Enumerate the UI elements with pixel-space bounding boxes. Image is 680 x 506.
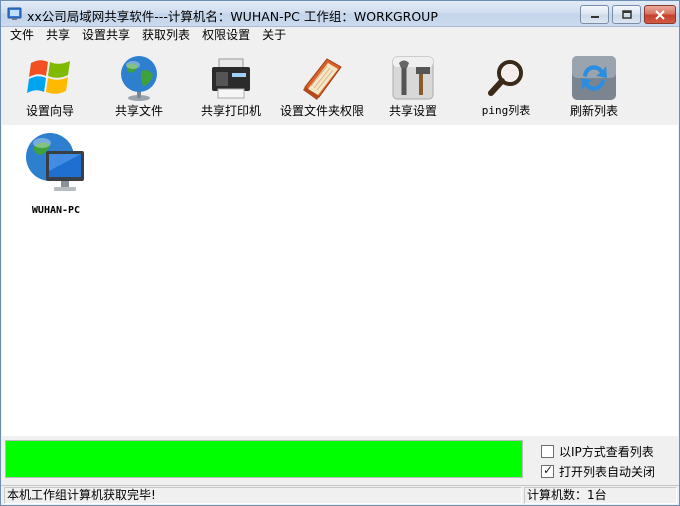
magnifier-icon <box>488 60 523 96</box>
menu-permission[interactable]: 权限设置 <box>196 27 256 45</box>
refresh-list-button[interactable]: 刷新列表 <box>561 49 627 121</box>
computer-list[interactable]: WUHAN-PC <box>2 125 678 436</box>
ping-list-label: ping列表 <box>481 104 531 117</box>
menu-about[interactable]: 关于 <box>256 27 292 45</box>
window-title: xx公司局域网共享软件---计算机名：WUHAN-PC 工作组：WORKGROU… <box>27 9 438 24</box>
close-button[interactable] <box>644 5 676 24</box>
menu-set-share[interactable]: 设置共享 <box>76 27 136 45</box>
computer-count: 计算机数：1台 <box>524 487 677 504</box>
share-settings-label: 共享设置 <box>388 104 437 118</box>
minimize-button[interactable] <box>580 5 609 24</box>
view-by-ip-option[interactable]: 以IP方式查看列表 <box>541 443 654 459</box>
maximize-icon <box>621 10 632 19</box>
check-icon: ✓ <box>543 462 554 477</box>
folder-permission-label: 设置文件夹权限 <box>279 104 364 118</box>
share-settings-button[interactable]: 共享设置 <box>381 49 445 121</box>
menu-get-list[interactable]: 获取列表 <box>136 27 196 45</box>
progress-fill <box>6 441 522 477</box>
view-by-ip-checkbox[interactable] <box>541 444 554 458</box>
refresh-icon <box>572 56 616 100</box>
windows-logo-icon <box>27 60 70 94</box>
status-message: 本机工作组计算机获取完毕! <box>4 487 522 504</box>
auto-close-label: 打开列表自动关闭 <box>559 464 656 479</box>
progress-bar <box>5 440 523 478</box>
view-by-ip-label: 以IP方式查看列表 <box>559 444 654 459</box>
share-file-label: 共享文件 <box>114 104 163 118</box>
share-file-button[interactable]: 共享文件 <box>105 49 173 121</box>
maximize-button[interactable] <box>612 5 641 24</box>
network-computer-icon <box>26 133 84 191</box>
main-window: xx公司局域网共享软件---计算机名：WUHAN-PC 工作组：WORKGROU… <box>0 0 680 506</box>
computer-name: WUHAN-PC <box>31 205 81 216</box>
app-icon <box>7 7 22 20</box>
folder-permission-button[interactable]: 设置文件夹权限 <box>277 49 367 121</box>
setup-wizard-button[interactable]: 设置向导 <box>15 49 85 121</box>
bottom-panel: 以IP方式查看列表 ✓ 打开列表自动关闭 <box>1 436 679 485</box>
share-printer-button[interactable]: 共享打印机 <box>195 49 267 121</box>
close-icon <box>655 9 665 20</box>
setup-wizard-label: 设置向导 <box>25 104 74 118</box>
toolbar: 设置向导 共享文件 共享打印机 设置文件夹权限 共享设置 ping列表 刷新列表 <box>1 45 679 125</box>
folder-book-icon <box>303 58 342 100</box>
menu-share[interactable]: 共享 <box>40 27 76 45</box>
share-printer-label: 共享打印机 <box>200 104 261 118</box>
list-item-computer[interactable]: WUHAN-PC <box>16 131 96 216</box>
menu-file[interactable]: 文件 <box>1 27 40 45</box>
menu-bar: 文件 共享 设置共享 获取列表 权限设置 关于 <box>1 27 679 45</box>
status-bar: 本机工作组计算机获取完毕! 计算机数：1台 <box>1 485 679 505</box>
tools-icon <box>392 56 434 100</box>
auto-close-option[interactable]: ✓ 打开列表自动关闭 <box>541 463 655 479</box>
ping-list-button[interactable]: ping列表 <box>473 49 539 121</box>
title-bar[interactable]: xx公司局域网共享软件---计算机名：WUHAN-PC 工作组：WORKGROU… <box>1 1 679 27</box>
refresh-list-label: 刷新列表 <box>569 104 618 118</box>
auto-close-checkbox[interactable]: ✓ <box>541 462 554 478</box>
globe-icon <box>121 56 157 101</box>
minimize-icon <box>590 15 599 18</box>
printer-icon <box>212 58 250 99</box>
